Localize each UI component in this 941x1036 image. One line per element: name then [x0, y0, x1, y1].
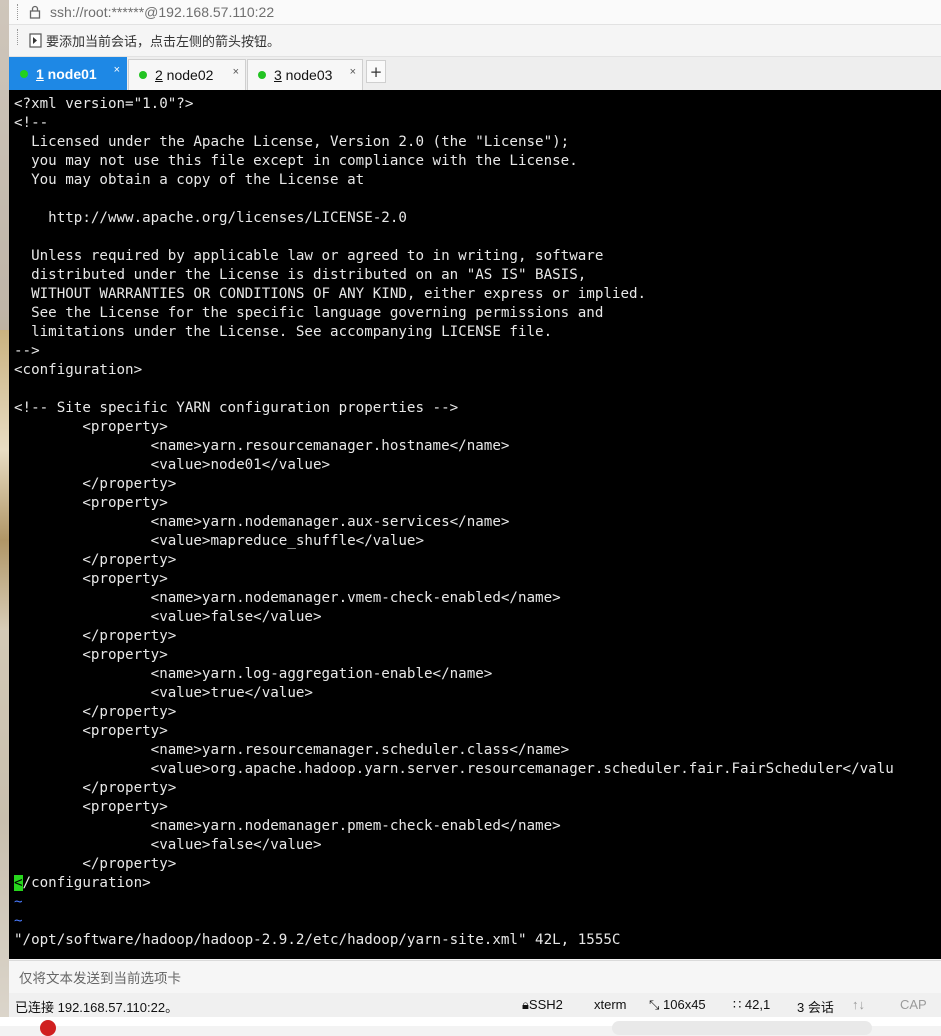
app-icon[interactable] [40, 1020, 56, 1036]
tab-number: 2 [155, 67, 163, 83]
tab-name: node01 [43, 66, 97, 82]
lock-icon [29, 5, 41, 19]
add-tab-button[interactable]: + [366, 60, 386, 83]
send-text-placeholder: 仅将文本发送到当前选项卡 [19, 971, 181, 987]
send-text-input[interactable]: 仅将文本发送到当前选项卡 [9, 960, 941, 994]
session-tab-bar: 1 node01 × 2 node02 × 3 node03 × + [9, 57, 941, 90]
scroll-arrows-icon: ↑↓ [852, 997, 865, 1012]
terminal-type: xterm [594, 997, 627, 1012]
tab-label: 2 node02 [155, 67, 213, 83]
connected-status-dot [258, 71, 266, 79]
bookmark-arrow-icon[interactable] [29, 33, 42, 48]
protocol-label: SSH2 [528, 997, 563, 1012]
protocol-status: 🔒︎SSH2 [522, 997, 563, 1013]
toolbar-grip [17, 4, 20, 20]
resize-icon: ⤡ [649, 997, 664, 1012]
tab-label: 1 node01 [36, 66, 97, 82]
taskbar-search[interactable] [612, 1021, 872, 1035]
tab-name: node02 [162, 67, 214, 83]
close-icon[interactable]: × [233, 66, 239, 78]
vim-buffer-lines: <?xml version="1.0"?> <!-- Licensed unde… [14, 96, 894, 872]
terminal-size: ⤡ 106x45 [649, 997, 706, 1013]
empty-line-tilde: ~ [14, 894, 23, 910]
tab-node03[interactable]: 3 node03 × [247, 59, 363, 90]
lock-icon: 🔒︎ [522, 997, 529, 1012]
terminal-size-label: 106x45 [663, 997, 706, 1012]
cursor-position-label: 42,1 [744, 997, 771, 1012]
address-bar[interactable]: ssh://root:******@192.168.57.110:22 [9, 0, 941, 25]
tab-node02[interactable]: 2 node02 × [128, 59, 246, 90]
status-bar: 已连接 192.168.57.110:22。 🔒︎SSH2 xterm ⤡ 10… [9, 993, 941, 1017]
terminal-cursor: < [14, 875, 23, 891]
session-hint-text: 要添加当前会话，点击左侧的箭头按钮。 [46, 35, 281, 50]
tab-number: 1 [36, 66, 44, 82]
closing-tag-line: /configuration> [22, 875, 151, 891]
tab-name: node03 [281, 67, 333, 83]
session-hint-bar: 要添加当前会话，点击左侧的箭头按钮。 [9, 25, 941, 57]
connection-status: 已连接 192.168.57.110:22。 [15, 1000, 179, 1015]
terminal-content: <?xml version="1.0"?> <!-- Licensed unde… [14, 95, 894, 950]
caps-lock-indicator: CAP [900, 997, 927, 1012]
close-icon[interactable]: × [114, 64, 120, 76]
taskbar [0, 1017, 941, 1036]
tab-node01[interactable]: 1 node01 × [9, 57, 127, 90]
session-count: 3 会话 [797, 1000, 834, 1015]
vim-status-line: "/opt/software/hadoop/hadoop-2.9.2/etc/h… [14, 932, 621, 948]
connected-status-dot [20, 70, 28, 78]
toolbar-grip [17, 29, 20, 45]
close-icon[interactable]: × [350, 66, 356, 78]
tab-number: 3 [274, 67, 282, 83]
terminal-screen[interactable]: <?xml version="1.0"?> <!-- Licensed unde… [9, 90, 941, 959]
position-icon: ∷ [733, 997, 745, 1012]
empty-line-tilde: ~ [14, 913, 23, 929]
tab-label: 3 node03 [274, 67, 332, 83]
connected-status-dot [139, 71, 147, 79]
cursor-position: ∷ 42,1 [733, 997, 770, 1013]
desktop-wallpaper-patch [0, 330, 9, 630]
ssh-address-text[interactable]: ssh://root:******@192.168.57.110:22 [50, 4, 274, 20]
